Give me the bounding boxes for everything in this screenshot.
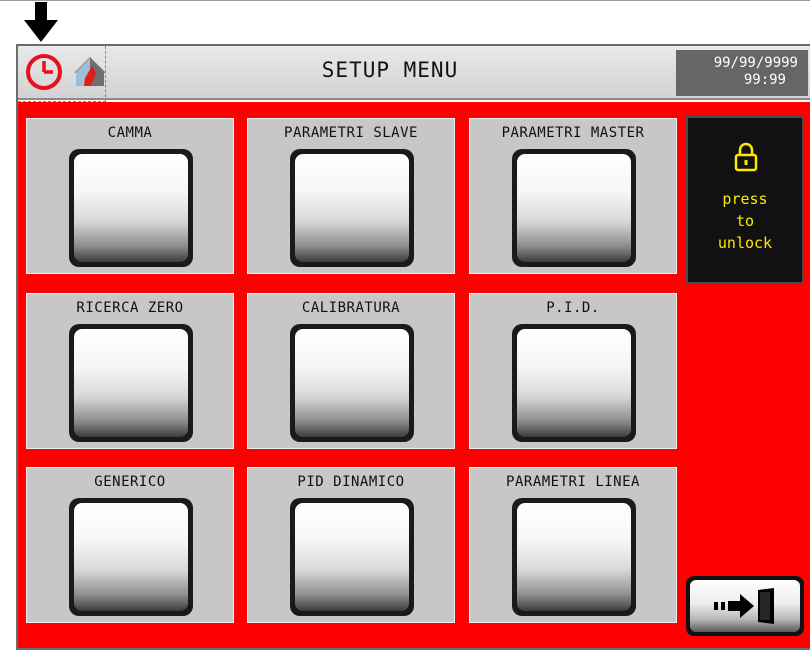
menu-button-camma[interactable]: CAMMA xyxy=(26,118,234,274)
menu-key[interactable] xyxy=(290,149,414,267)
menu-key[interactable] xyxy=(69,324,193,442)
menu-button-label: P.I.D. xyxy=(546,300,600,316)
menu-key[interactable] xyxy=(290,498,414,616)
menu-button-label: PARAMETRI LINEA xyxy=(506,474,640,490)
menu-key[interactable] xyxy=(512,149,636,267)
menu-button-calibratura[interactable]: CALIBRATURA xyxy=(247,293,455,449)
menu-button-label: RICERCA ZERO xyxy=(76,300,184,316)
menu-button-pid-dinamico[interactable]: PID DINAMICO xyxy=(247,467,455,623)
menu-button-ricerca-zero[interactable]: RICERCA ZERO xyxy=(26,293,234,449)
menu-button-label: PID DINAMICO xyxy=(297,474,405,490)
menu-button-label: PARAMETRI SLAVE xyxy=(284,125,418,141)
time-text: 99:99 xyxy=(743,72,786,88)
clock-icon[interactable] xyxy=(24,52,64,92)
page-title: SETUP MENU xyxy=(321,58,459,82)
menu-key[interactable] xyxy=(69,498,193,616)
menu-key[interactable] xyxy=(290,324,414,442)
house-icon[interactable] xyxy=(70,52,110,92)
menu-button-label: PARAMETRI MASTER xyxy=(501,125,645,141)
unlock-text-line3: unlock xyxy=(717,234,773,252)
top-strip xyxy=(0,0,810,44)
unlock-text-line1: press xyxy=(722,190,768,208)
exit-door-icon[interactable] xyxy=(712,586,782,626)
date-text: 99/99/9999 xyxy=(713,55,798,71)
bottom-border xyxy=(16,648,810,650)
menu-button-generico[interactable]: GENERICO xyxy=(26,467,234,623)
menu-button-parametri-linea[interactable]: PARAMETRI LINEA xyxy=(469,467,677,623)
down-arrow-icon xyxy=(24,2,58,42)
menu-button-pid[interactable]: P.I.D. xyxy=(469,293,677,449)
unlock-text: press to unlock xyxy=(688,188,802,254)
datetime-display: 99/99/9999 99:99 xyxy=(676,50,808,96)
menu-button-label: GENERICO xyxy=(94,474,166,490)
menu-button-label: CAMMA xyxy=(107,125,153,141)
menu-key[interactable] xyxy=(512,498,636,616)
menu-key[interactable] xyxy=(512,324,636,442)
padlock-icon xyxy=(734,142,758,172)
menu-button-parametri-master[interactable]: PARAMETRI MASTER xyxy=(469,118,677,274)
unlock-text-line2: to xyxy=(735,212,755,230)
menu-button-label: CALIBRATURA xyxy=(301,300,401,316)
unlock-button[interactable]: press to unlock xyxy=(686,116,804,284)
menu-button-parametri-slave[interactable]: PARAMETRI SLAVE xyxy=(247,118,455,274)
menu-key[interactable] xyxy=(69,149,193,267)
